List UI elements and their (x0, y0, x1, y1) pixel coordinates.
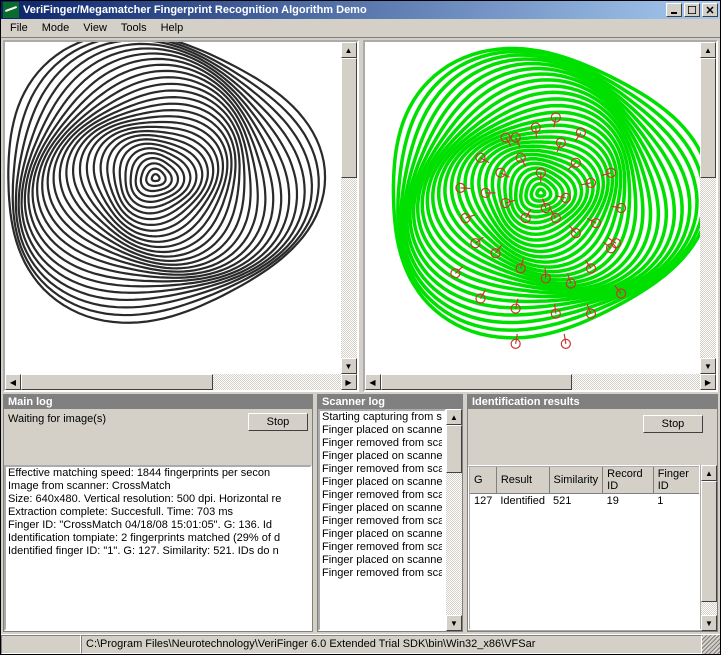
table-row[interactable]: 127 Identified 521 19 1 (469, 494, 700, 509)
log-line: Finger ID: "CrossMatch 04/18/08 15:01:05… (8, 519, 308, 532)
log-line: Finger removed from scan (322, 515, 442, 528)
log-line: Finger placed on scanne (322, 450, 442, 463)
cell-finger-id: 1 (653, 494, 700, 509)
log-line: Finger removed from scan (322, 567, 442, 580)
log-line: Finger removed from scan (322, 437, 442, 450)
app-window: VeriFinger/Megamatcher Fingerprint Recog… (0, 0, 721, 655)
close-icon (706, 6, 714, 14)
scanner-log-list[interactable]: Starting capturing from scFinger placed … (318, 409, 446, 631)
col-similarity[interactable]: Similarity (549, 466, 603, 494)
maximize-button[interactable] (684, 3, 700, 17)
menu-mode[interactable]: Mode (35, 20, 77, 36)
log-line: Finger placed on scanne (322, 528, 442, 541)
log-line: Identified finger ID: "1". G: 127. Simil… (8, 545, 308, 558)
log-line: Finger removed from scan (322, 463, 442, 476)
col-result[interactable]: Result (496, 466, 549, 494)
main-log-title: Main log (4, 395, 312, 409)
log-line: Extraction complete: Succesfull. Time: 7… (8, 506, 308, 519)
log-line: Finger placed on scanne (322, 554, 442, 567)
table-header-row: G Result Similarity Record ID Finger ID (469, 466, 700, 494)
raw-panel-scroll-h[interactable]: ◀ ▶ (5, 374, 357, 390)
scroll-up-icon[interactable]: ▲ (446, 409, 462, 425)
app-icon (3, 2, 19, 18)
cell-record-id: 19 (603, 494, 654, 509)
log-line: Finger placed on scanne (322, 502, 442, 515)
statusbar-cell-1 (1, 635, 81, 654)
log-line: Finger placed on scanne (322, 424, 442, 437)
scroll-left-icon[interactable]: ◀ (5, 374, 21, 390)
content-area: ▲ ▼ ◀ ▶ (1, 38, 720, 634)
identification-results-table[interactable]: G Result Similarity Record ID Finger ID … (468, 465, 701, 631)
scroll-left-icon[interactable]: ◀ (365, 374, 381, 390)
menu-help[interactable]: Help (154, 20, 191, 36)
cell-g: 127 (469, 494, 496, 509)
scroll-down-icon[interactable]: ▼ (700, 358, 716, 374)
scroll-down-icon[interactable]: ▼ (341, 358, 357, 374)
scanner-log-scroll-v[interactable]: ▲ ▼ (446, 409, 462, 631)
col-record-id[interactable]: Record ID (603, 466, 654, 494)
log-line: Finger removed from scan (322, 541, 442, 554)
scroll-right-icon[interactable]: ▶ (341, 374, 357, 390)
main-log-pane: Main log Waiting for image(s) Stop Effec… (3, 394, 313, 632)
maximize-icon (688, 6, 696, 14)
processed-panel-scroll-v[interactable]: ▲ ▼ (700, 42, 716, 374)
cell-result: Identified (496, 494, 549, 509)
col-finger-id[interactable]: Finger ID (653, 466, 700, 494)
scanner-log-pane: Scanner log Starting capturing from scFi… (317, 394, 463, 632)
scroll-right-icon[interactable]: ▶ (700, 374, 716, 390)
processed-fingerprint-panel: ▲ ▼ ◀ ▶ (363, 40, 719, 392)
raw-fingerprint-panel: ▲ ▼ ◀ ▶ (3, 40, 359, 392)
log-line: Identification tompiate: 2 fingerprints … (8, 532, 308, 545)
cell-similarity: 521 (549, 494, 603, 509)
window-controls (666, 3, 718, 17)
identification-results-title: Identification results (468, 395, 717, 409)
titlebar: VeriFinger/Megamatcher Fingerprint Recog… (1, 1, 720, 19)
close-button[interactable] (702, 3, 718, 17)
col-g[interactable]: G (469, 466, 496, 494)
menu-file[interactable]: File (3, 20, 35, 36)
window-title: VeriFinger/Megamatcher Fingerprint Recog… (23, 4, 666, 16)
scanner-log-title: Scanner log (318, 395, 462, 409)
log-line: Finger placed on scanne (322, 476, 442, 489)
log-line: Finger removed from scan (322, 489, 442, 502)
log-line: Size: 640x480. Vertical resolution: 500 … (8, 493, 308, 506)
minimize-button[interactable] (666, 3, 682, 17)
statusbar: C:\Program Files\Neurotechnology\VeriFin… (1, 634, 720, 654)
identification-stop-button[interactable]: Stop (643, 415, 703, 433)
log-line: Effective matching speed: 1844 fingerpri… (8, 467, 308, 480)
scroll-down-icon[interactable]: ▼ (701, 615, 717, 631)
main-log-status-row: Waiting for image(s) Stop (4, 409, 312, 465)
scroll-up-icon[interactable]: ▲ (700, 42, 716, 58)
scroll-down-icon[interactable]: ▼ (446, 615, 462, 631)
main-log-list[interactable]: Effective matching speed: 1844 fingerpri… (4, 465, 312, 631)
menu-view[interactable]: View (76, 20, 114, 36)
top-panels: ▲ ▼ ◀ ▶ (3, 40, 718, 392)
raw-panel-scroll-v[interactable]: ▲ ▼ (341, 42, 357, 374)
minimize-icon (670, 6, 678, 14)
results-scroll-v[interactable]: ▲ ▼ (701, 465, 717, 631)
main-log-waiting-text: Waiting for image(s) (8, 413, 248, 425)
scroll-up-icon[interactable]: ▲ (341, 42, 357, 58)
processed-panel-scroll-h[interactable]: ◀ ▶ (365, 374, 717, 390)
raw-fingerprint-image (5, 42, 357, 374)
statusbar-path: C:\Program Files\Neurotechnology\VeriFin… (81, 635, 702, 654)
log-line: Image from scanner: CrossMatch (8, 480, 308, 493)
log-line: Starting capturing from sc (322, 411, 442, 424)
resize-grip[interactable] (702, 635, 720, 654)
scroll-up-icon[interactable]: ▲ (701, 465, 717, 481)
menu-tools[interactable]: Tools (114, 20, 154, 36)
main-log-stop-button[interactable]: Stop (248, 413, 308, 431)
lower-panels: Main log Waiting for image(s) Stop Effec… (3, 394, 718, 632)
processed-fingerprint-image (365, 42, 717, 374)
identification-results-pane: Identification results Stop G Result Sim… (467, 394, 718, 632)
menubar: File Mode View Tools Help (1, 19, 720, 38)
